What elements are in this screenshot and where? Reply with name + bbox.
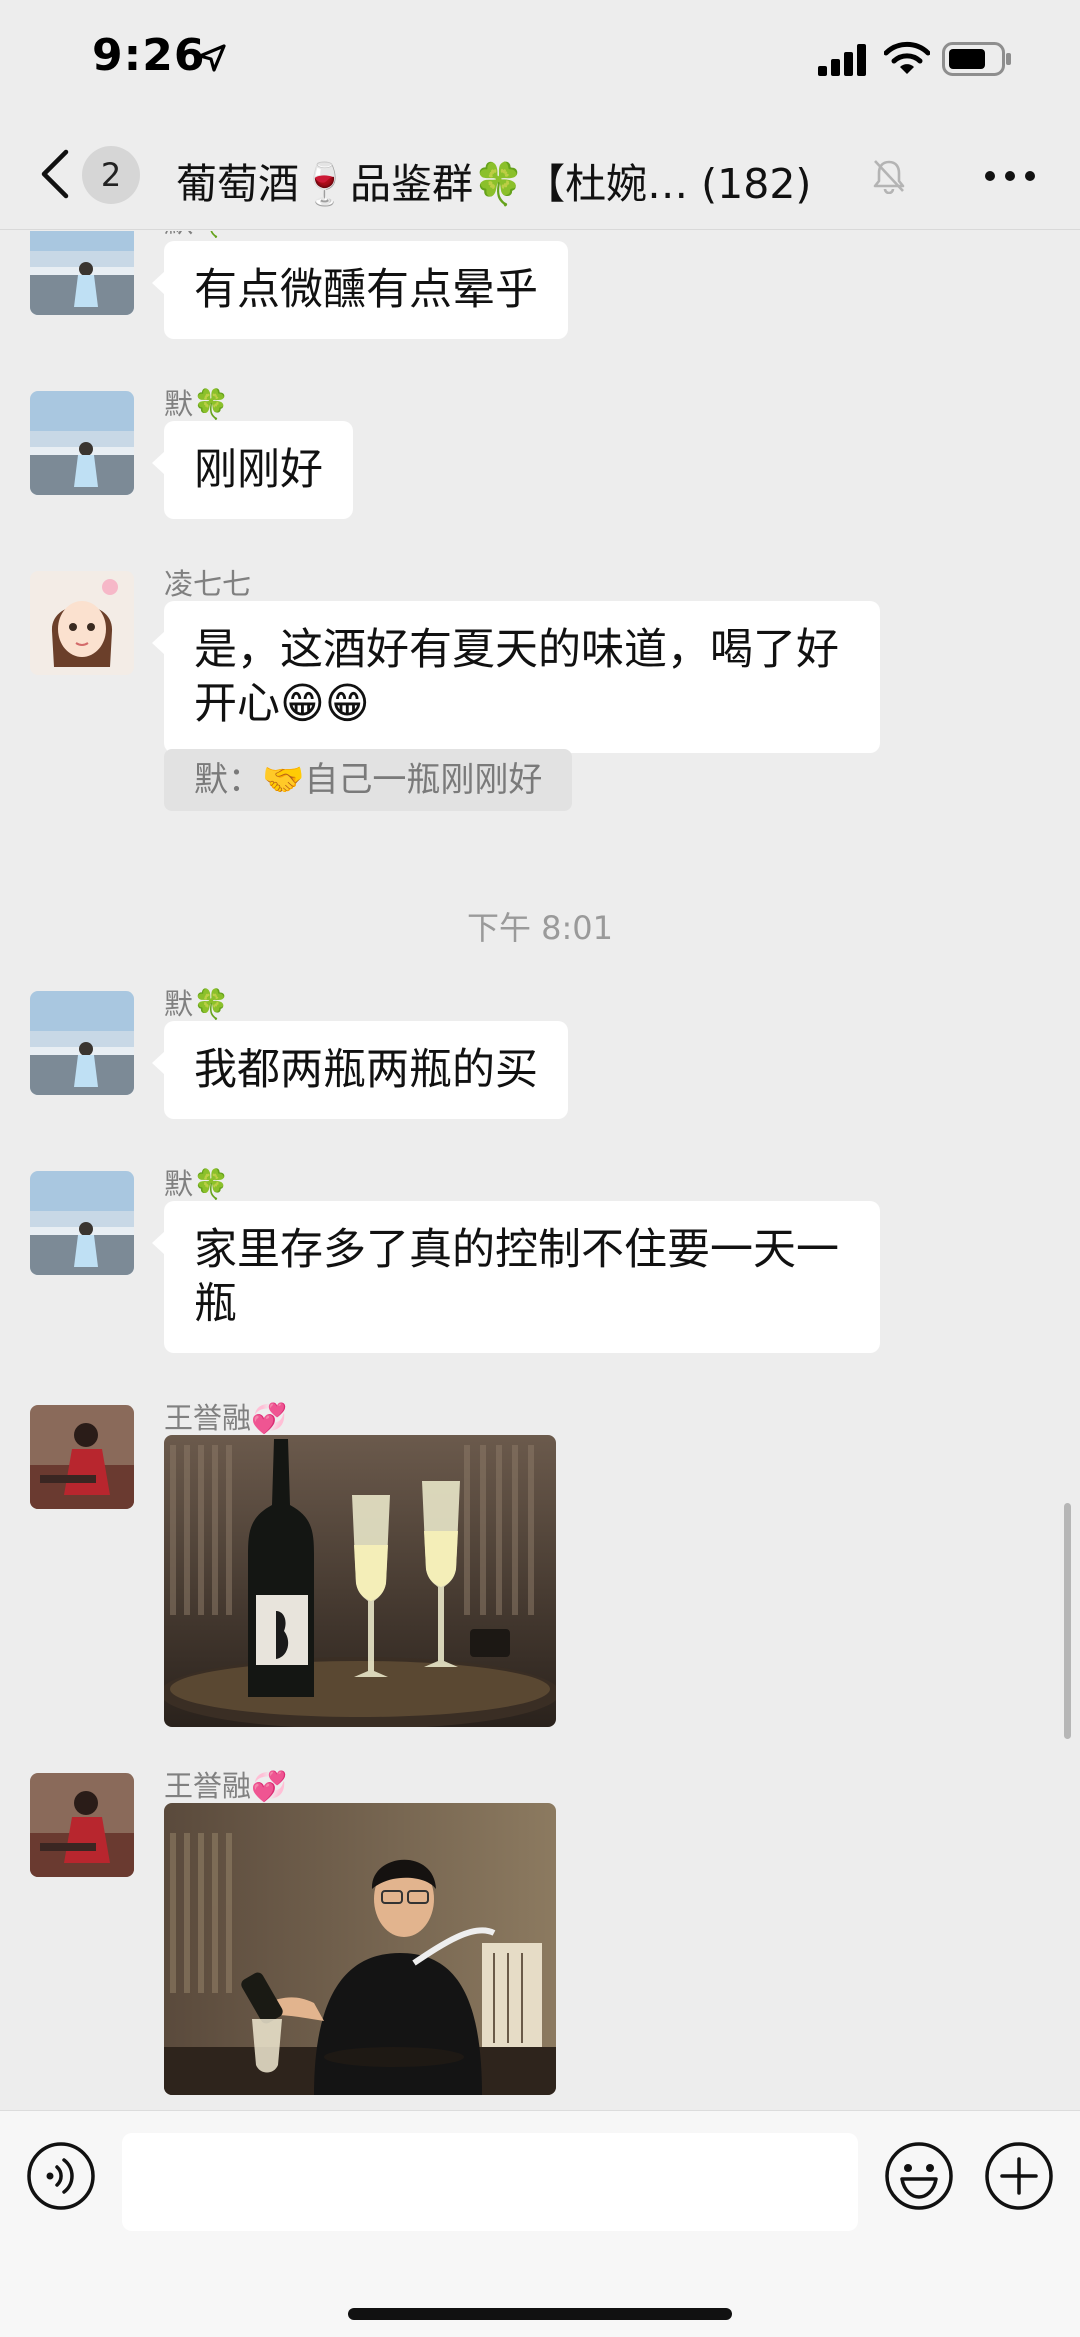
plus-icon[interactable] <box>984 2141 1054 2211</box>
sender-name: 默🍀 <box>164 987 230 1021</box>
avatar-lingqiqi[interactable] <box>30 571 134 675</box>
message-bubble[interactable]: 我都两瓶两瓶的买 <box>152 1021 568 1119</box>
message-input[interactable] <box>122 2133 858 2231</box>
message-bubble[interactable]: 是，这酒好有夏天的味道，喝了好 开心😁😁 <box>152 601 880 753</box>
home-indicator[interactable] <box>348 2308 732 2320</box>
cellular-signal-icon <box>818 44 866 76</box>
unread-count-badge[interactable]: 2 <box>82 146 140 204</box>
scrollbar[interactable] <box>1064 1503 1071 1739</box>
wifi-icon <box>884 41 930 74</box>
chat-message-list[interactable]: 默🍀 有点微醺有点晕乎 默🍀 刚刚好 <box>0 231 1080 2111</box>
group-name: 葡萄酒🍷品鉴群🍀【杜婉… <box>176 160 689 208</box>
avatar-mo[interactable] <box>30 231 134 315</box>
member-count: (182) <box>701 160 812 208</box>
sender-name: 默🍀 <box>164 387 230 421</box>
message-text-line: 家里存多了真的控制不住要一天一 <box>194 1225 839 1275</box>
input-bar <box>0 2110 1080 2337</box>
status-bar: 9:26 <box>0 0 1080 120</box>
message-text-line: 是，这酒好有夏天的味道，喝了好 <box>194 625 839 675</box>
group-title[interactable]: 葡萄酒🍷品鉴群🍀【杜婉… (182) <box>176 150 896 210</box>
status-time: 9:26 <box>92 30 206 81</box>
photo-man-pouring-wine[interactable] <box>164 1803 556 2095</box>
avatar-mo[interactable] <box>30 1171 134 1275</box>
avatar-wangyurong[interactable] <box>30 1773 134 1877</box>
muted-bell-icon <box>873 160 905 194</box>
location-arrow-icon <box>198 44 226 72</box>
sender-name: 默🍀 <box>164 231 229 241</box>
back-chevron-icon[interactable] <box>36 148 76 200</box>
sender-name: 王誉融💞 <box>164 1769 288 1803</box>
battery-icon <box>942 42 1011 76</box>
avatar-mo[interactable] <box>30 991 134 1095</box>
message-bubble[interactable]: 刚刚好 <box>152 421 353 519</box>
sender-name: 凌七七 <box>164 567 252 601</box>
time-divider: 下午 8:01 <box>466 909 614 947</box>
sender-name: 王誉融💞 <box>164 1401 288 1435</box>
chat-nav-bar: 2 葡萄酒🍷品鉴群🍀【杜婉… (182) <box>0 120 1080 230</box>
photo-wine-bottle-and-glasses[interactable] <box>164 1435 556 1727</box>
sender-name: 默🍀 <box>164 1167 230 1201</box>
quote-sender: 默： <box>194 760 262 800</box>
quoted-reply[interactable]: 默：🤝自己一瓶刚刚好 <box>164 749 573 811</box>
message-text-line: 开心😁😁 <box>194 679 370 729</box>
quote-text: 🤝自己一瓶刚刚好 <box>262 760 543 800</box>
message-bubble[interactable]: 家里存多了真的控制不住要一天一 瓶 <box>152 1201 880 1353</box>
message-text-line: 瓶 <box>194 1279 237 1329</box>
voice-icon[interactable] <box>26 2141 96 2211</box>
more-icon[interactable] <box>982 168 1038 184</box>
emoji-icon[interactable] <box>884 2141 954 2211</box>
avatar-mo[interactable] <box>30 391 134 495</box>
avatar-wangyurong[interactable] <box>30 1405 134 1509</box>
message-bubble[interactable]: 有点微醺有点晕乎 <box>152 241 568 339</box>
